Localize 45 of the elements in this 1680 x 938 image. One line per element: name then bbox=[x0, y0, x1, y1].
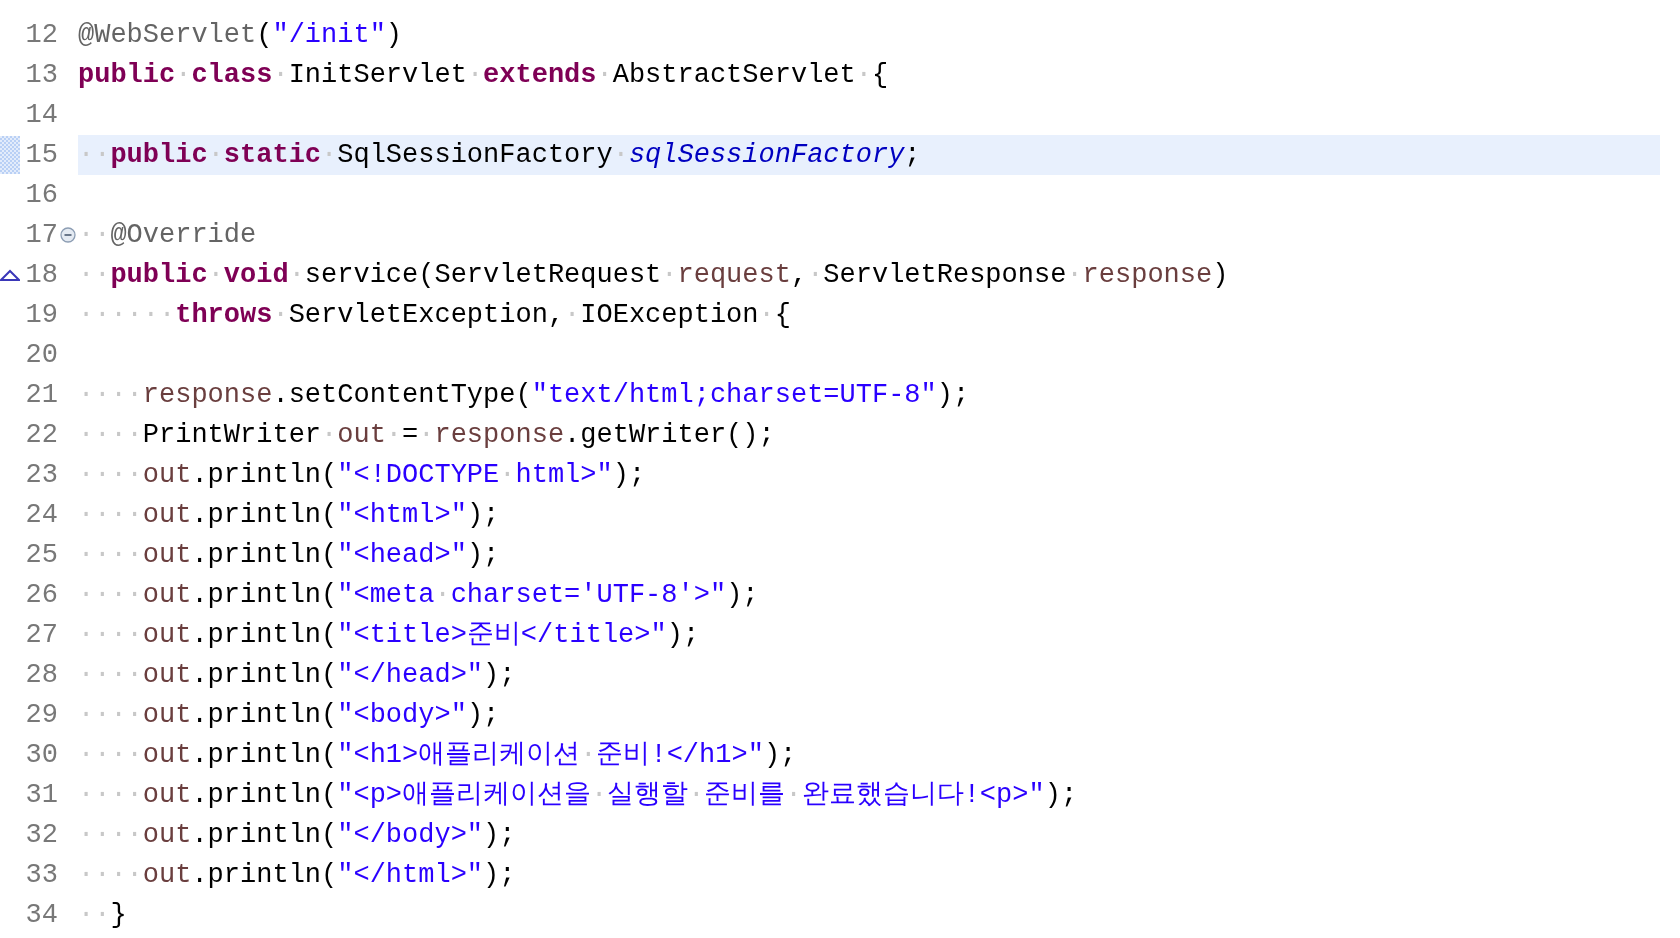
code-line: ····PrintWriter·out·=·response.getWriter(); bbox=[78, 418, 775, 452]
code-line: ····out.println("<!DOCTYPE·html>"); bbox=[78, 458, 646, 492]
line-number: 26 bbox=[24, 581, 58, 609]
line-number: 16 bbox=[24, 181, 58, 209]
code-line: ··} bbox=[78, 898, 127, 932]
line-number: 34 bbox=[24, 901, 58, 929]
line-number: 29 bbox=[24, 701, 58, 729]
line-number: 30 bbox=[24, 741, 58, 769]
code-line: ····out.println("<body>"); bbox=[78, 698, 500, 732]
line-number: 27 bbox=[24, 621, 58, 649]
line-number: 32 bbox=[24, 821, 58, 849]
line-number: 14 bbox=[24, 101, 58, 129]
line-number: 22 bbox=[24, 421, 58, 449]
line-number: 28 bbox=[24, 661, 58, 689]
code-line: ··@Override bbox=[78, 218, 257, 252]
code-line: ····out.println("<meta·charset='UTF-8'>"); bbox=[78, 578, 759, 612]
code-line: ····response.setContentType("text/html;charset=UTF-8"); bbox=[78, 378, 970, 412]
code-line: public·class·InitServlet·extends·AbstractServlet·{ bbox=[78, 58, 889, 92]
line-number: 33 bbox=[24, 861, 58, 889]
code-line: ····out.println("<h1>애플리케이션·준비!</h1>"); bbox=[78, 738, 797, 772]
line-number: 18 bbox=[24, 261, 58, 289]
code-line: ····out.println("<title>준비</title>"); bbox=[78, 618, 700, 652]
line-number: 25 bbox=[24, 541, 58, 569]
code-line: ····out.println("</head>"); bbox=[78, 658, 516, 692]
line-number: 17 bbox=[24, 221, 58, 249]
code-line: ····out.println("</html>"); bbox=[78, 858, 516, 892]
code-line: ····out.println("<html>"); bbox=[78, 498, 500, 532]
code-line: ··public·static·SqlSessionFactory·sqlSessionFactory; bbox=[78, 138, 921, 172]
line-number: 31 bbox=[24, 781, 58, 809]
code-line: ····out.println("<p>애플리케이션을·실행할·준비를·완료했습니다!<p>"); bbox=[78, 778, 1078, 812]
line-number: 13 bbox=[24, 61, 58, 89]
collapse-icon[interactable] bbox=[60, 227, 76, 243]
line-number: 15 bbox=[24, 141, 58, 169]
code-line: ······throws·ServletException,·IOException·{ bbox=[78, 298, 791, 332]
line-number: 21 bbox=[24, 381, 58, 409]
code-line: ····out.println("<head>"); bbox=[78, 538, 500, 572]
line-number: 24 bbox=[24, 501, 58, 529]
code-line: ··public·void·service(ServletRequest·request,·ServletResponse·response) bbox=[78, 258, 1229, 292]
code-line: ····out.println("</body>"); bbox=[78, 818, 516, 852]
line-number: 23 bbox=[24, 461, 58, 489]
code-line: @WebServlet("/init") bbox=[78, 18, 403, 52]
line-number: 19 bbox=[24, 301, 58, 329]
line-number: 12 bbox=[24, 21, 58, 49]
override-triangle-icon[interactable] bbox=[0, 269, 20, 281]
line-number: 20 bbox=[24, 341, 58, 369]
